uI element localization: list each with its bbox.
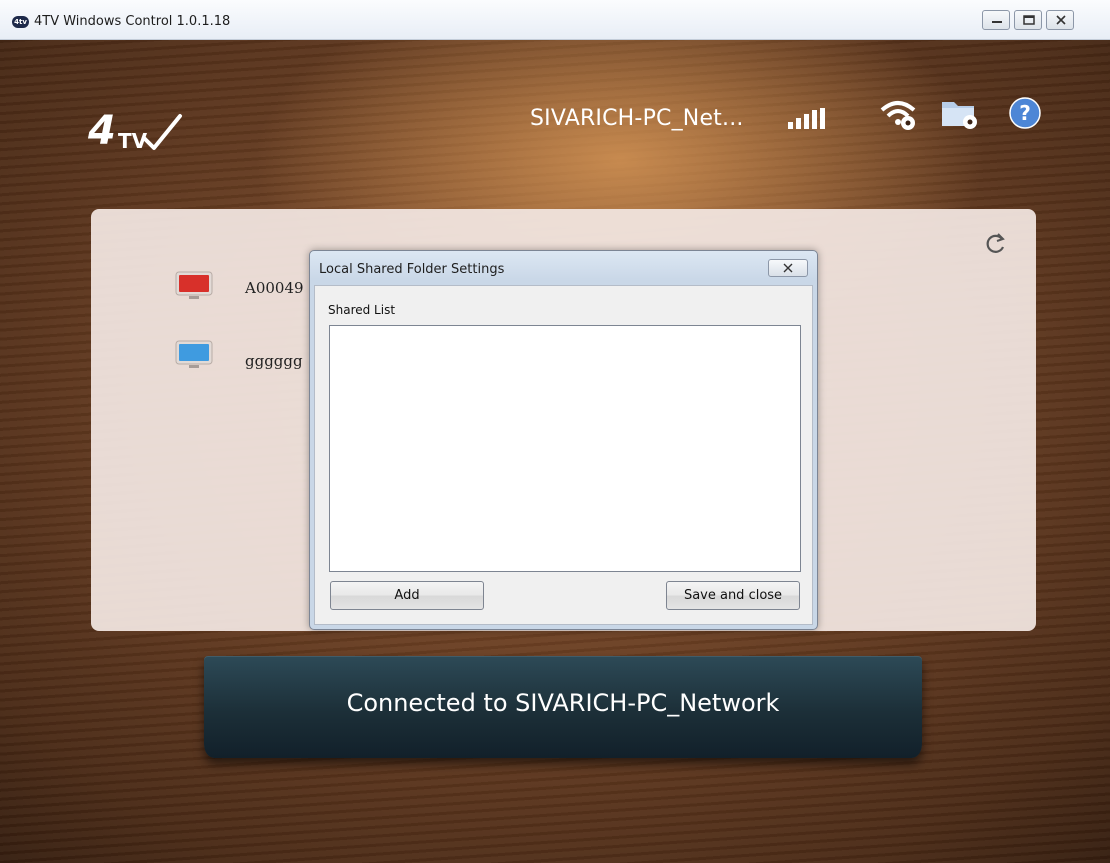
save-and-close-button[interactable]: Save and close [666,581,800,610]
dialog-close-button[interactable] [768,259,808,277]
maximize-icon [1023,15,1035,25]
network-name: SIVARICH-PC_Net... [530,106,744,131]
shared-list-label: Shared List [328,303,396,317]
maximize-button[interactable] [1014,10,1042,30]
4tv-logo: 4 TV [88,108,182,154]
app-icon: 4tv [12,16,29,28]
refresh-icon[interactable] [984,231,1008,257]
connection-status: Connected to SIVARICH-PC_Network [346,689,780,717]
minimize-icon [992,21,1002,23]
dialog-title: Local Shared Folder Settings [319,262,505,277]
svg-text:?: ? [1019,101,1031,125]
folder-settings-icon[interactable] [940,96,984,132]
shared-list[interactable] [329,325,801,572]
close-icon [1056,15,1066,25]
help-icon[interactable]: ? [1008,96,1044,132]
window-titlebar: 4tv 4TV Windows Control 1.0.1.18 [0,0,1110,40]
add-button[interactable]: Add [330,581,484,610]
shared-folder-dialog: Local Shared Folder Settings Shared List… [309,250,818,630]
window-title: 4TV Windows Control 1.0.1.18 [34,14,231,29]
signal-strength-icon [788,108,825,129]
status-banner: Connected to SIVARICH-PC_Network [204,656,922,758]
close-icon [783,263,793,273]
device-name[interactable]: gggggg [245,352,303,370]
tv-red-icon[interactable] [175,271,215,305]
close-button[interactable] [1046,10,1074,30]
svg-text:TV: TV [118,129,148,153]
svg-text:4: 4 [88,108,116,154]
tv-blue-icon[interactable] [175,340,215,374]
minimize-button[interactable] [982,10,1010,30]
wifi-settings-icon[interactable] [878,96,922,132]
device-name[interactable]: A00049 [245,279,304,297]
